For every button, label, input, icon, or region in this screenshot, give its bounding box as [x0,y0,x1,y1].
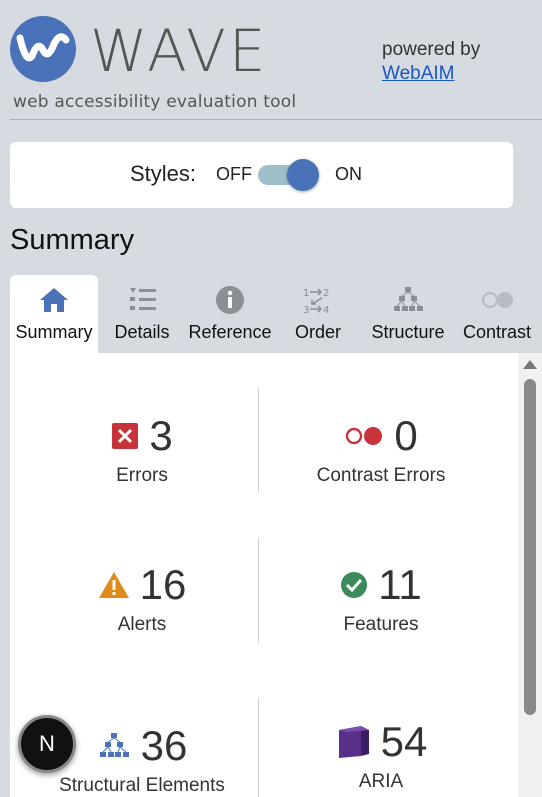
info-icon [216,286,244,314]
scrollbar[interactable] [518,353,542,797]
tab-label: Contrast [462,322,532,342]
list-icon [130,288,156,310]
tab-label: Structure [371,322,445,342]
aria-icon [338,726,369,758]
error-icon [112,423,139,449]
summary-panel: 3 Errors 0 Contrast Errors 16 Alerts 11 … [10,353,542,797]
floating-n-button[interactable]: N [18,715,76,773]
scroll-up-arrow-icon[interactable] [523,360,537,369]
stat-contrast-errors[interactable]: 0 Contrast Errors [265,411,497,487]
divider [258,698,259,797]
tab-label: Reference [188,322,272,342]
styles-label: Styles: [130,161,197,186]
styles-off-label[interactable]: OFF [216,164,252,185]
home-icon [40,288,68,312]
features-count: 11 [378,561,422,608]
webaim-link[interactable]: WebAIM [382,62,480,86]
tagline: web accessibility evaluation tool [13,92,297,112]
stat-aria[interactable]: 54 ARIA [265,717,497,793]
tab-label: Details [114,322,170,342]
stat-features[interactable]: 11 Features [265,560,497,636]
feature-icon [341,572,368,598]
structural-icon [99,733,129,757]
tab-order[interactable]: 1 2 3 4 Order [276,275,360,353]
tab-label: Summary [15,322,93,342]
header-divider [10,119,542,120]
tab-bar: Summary Details Reference 1 2 3 4 Order … [10,275,542,353]
styles-on-label[interactable]: ON [335,164,362,185]
alert-icon [98,572,129,598]
contrast-errors-label: Contrast Errors [316,465,446,486]
styles-toggle-knob[interactable] [287,159,319,191]
wave-header: WAVE web accessibility evaluation tool p… [0,0,542,120]
errors-label: Errors [116,465,168,486]
tab-reference[interactable]: Reference [186,275,274,353]
features-label: Features [343,614,419,635]
svg-text:4: 4 [323,305,329,315]
contrast-error-icon [346,427,383,445]
structural-count: 36 [140,722,188,769]
tab-details[interactable]: Details [100,275,184,353]
structural-label: Structural Elements [59,775,225,796]
aria-label: ARIA [358,771,404,792]
errors-count: 3 [149,412,173,459]
scrollbar-thumb[interactable] [524,379,536,715]
tab-label: Order [294,322,341,342]
tab-summary[interactable]: Summary [10,275,98,353]
svg-text:3: 3 [303,305,309,315]
alerts-count: 16 [139,561,187,608]
svg-text:1: 1 [303,288,309,299]
divider [258,388,259,493]
tab-structure[interactable]: Structure [362,275,454,353]
page-title: Summary [10,224,135,256]
powered-by-label: powered by [382,39,481,60]
contrast-errors-count: 0 [394,412,418,459]
tab-contrast[interactable]: Contrast [456,275,538,353]
structure-icon [394,287,423,311]
wave-logo-icon [10,16,76,82]
alerts-label: Alerts [117,614,167,635]
stat-errors[interactable]: 3 Errors [26,411,258,487]
powered-by: powered by WebAIM [382,38,480,86]
stat-alerts[interactable]: 16 Alerts [26,560,258,636]
styles-panel: Styles: OFF ON [10,142,513,208]
aria-count: 54 [380,718,428,765]
wave-logo-text: WAVE [90,17,269,85]
svg-text:2: 2 [323,288,329,299]
contrast-icon [481,291,513,309]
divider [258,538,259,643]
order-icon: 1 2 3 4 [303,288,329,315]
